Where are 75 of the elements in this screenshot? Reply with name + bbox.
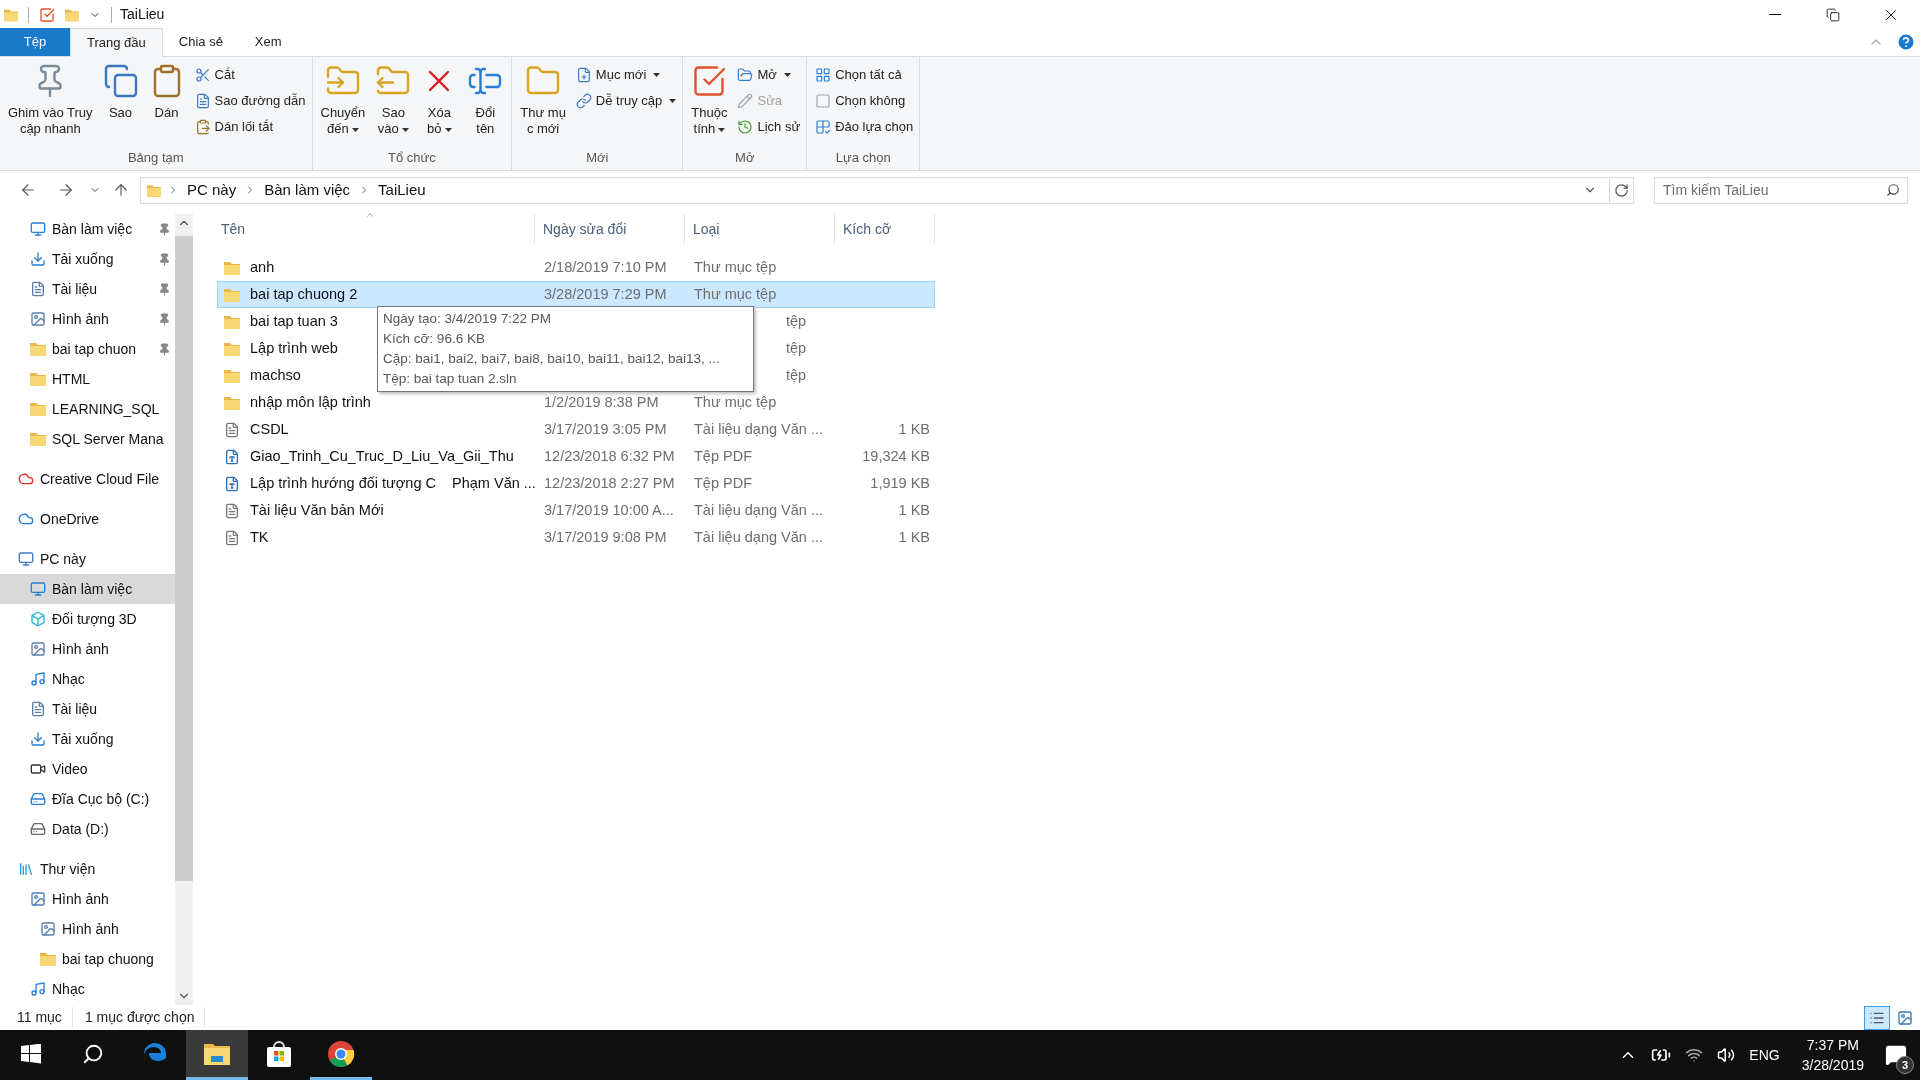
sidebar-label: Nhạc [52,669,86,689]
sidebar-label: LEARNING_SQL [52,399,161,419]
file-type: Tài liệu dạng Văn ... [694,501,823,518]
file-name: bai tap tuan 3 [250,311,338,331]
file-date: 3/28/2019 7:29 PM [544,285,667,302]
file-type: Tệp PDF [694,474,752,491]
sidebar-label: Bàn làm việc [52,579,134,599]
file-date: 3/17/2019 3:05 PM [544,420,667,437]
tooltip-line: Kích cỡ: 96.6 KB [383,330,486,348]
ribbon-group-label: Mở [734,149,756,167]
file-type: Thư mục tệp [694,285,777,302]
tooltip-line: Tệp: bai tap tuan 2.sln [383,370,518,388]
notification-badge: 3 [1896,1056,1914,1074]
file-name: Lập trình web [250,338,338,358]
file-date: 2/18/2019 7:10 PM [544,258,667,275]
sidebar-label: Đối tượng 3D [52,609,138,629]
sidebar-label: Bàn làm việc [52,219,134,239]
sidebar-label: Hình ảnh [52,639,110,659]
ribbon-group-label: Lựa chọn [834,149,892,167]
ribbon-group-label: Tổ chức [387,149,437,167]
sidebar-label: bai tap chuong [62,949,155,969]
file-size: 1 KB [898,420,930,437]
sidebar-label: SQL Server Mana [52,429,165,449]
sidebar-label: HTML [52,369,92,389]
sidebar-label: Creative Cloud File [40,469,161,489]
sidebar-label: PC này [40,549,87,569]
file-name: nhập môn lập trình [250,392,371,412]
sidebar-label: Hình ảnh [52,309,110,329]
sidebar-label: OneDrive [40,509,101,529]
file-name: TK [250,527,269,547]
file-type: Tệp PDF [694,447,752,464]
sidebar-label: Tải xuống [52,729,115,749]
file-date: 3/17/2019 9:08 PM [544,528,667,545]
item-count: 11 mục [0,1007,73,1028]
ribbon-group-label: Mới [585,149,610,167]
file-size: 1 KB [898,528,930,545]
sidebar-label: Hình ảnh [62,919,120,939]
file-size: 19,324 KB [862,447,930,464]
sidebar-label: Nhạc [52,979,86,999]
file-type: tệp [786,366,807,383]
file-date: 1/2/2019 8:38 PM [544,393,659,410]
file-date: 3/17/2019 10:00 A... [544,501,674,518]
sidebar-label: Tài liệu [52,279,99,299]
sidebar-label: Hình ảnh [52,889,110,909]
tooltip-line: Ngày tạo: 3/4/2019 7:22 PM [383,310,553,328]
sidebar-label: Tải xuống [52,249,115,269]
file-type: Tài liệu dạng Văn ... [694,420,823,437]
sidebar-label: Đĩa Cục bộ (C:) [52,789,151,809]
sidebar-label: Data (D:) [52,819,110,839]
file-type: Tài liệu dạng Văn ... [694,528,823,545]
file-date: 12/23/2018 6:32 PM [544,447,675,464]
window-title: TaiLieu [120,5,165,24]
file-size: 1 KB [898,501,930,518]
sidebar-label: Tài liệu [52,699,99,719]
tooltip-line: Cặp: bai1, bai2, bai7, bai8, bai10, bai11, bai12, bai13, ... [383,350,721,368]
sidebar-label: Thư viện [40,859,97,879]
file-name: anh [250,257,275,277]
file-size: 1,919 KB [870,474,930,491]
sidebar-label: bai tap chuon [52,339,138,359]
file-date: 12/23/2018 2:27 PM [544,474,675,491]
file-type: tệp [786,339,807,356]
clock-time: 7:37 PM [1806,1036,1859,1055]
file-name: bai tap chuong 2 [250,284,358,304]
file-name: Giao_Trinh_Cu_Truc_D_Liu_Va_Gii_Thu [250,446,514,466]
file-type: Thư mục tệp [694,258,777,275]
ribbon-group-label: Bảng tạm [126,149,185,167]
file-name: Tài liệu Văn bản Mới [250,500,384,520]
clock-date: 3/28/2019 [1801,1056,1864,1075]
sidebar-label: Video [52,759,89,779]
file-type: Thư mục tệp [694,393,777,410]
file-name: machso [250,365,301,385]
selection-count: 1 mục được chọn [72,1007,206,1028]
file-name: CSDL [250,419,289,439]
file-name: Lập trình hướng đối tượng C Phạm Văn ... [250,473,536,493]
file-type: tệp [786,312,807,329]
